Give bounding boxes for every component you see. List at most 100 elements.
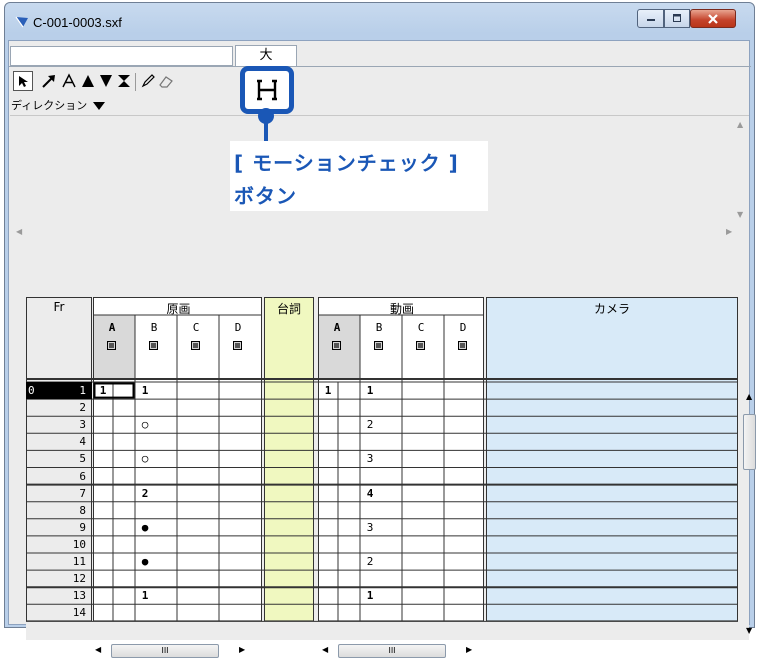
scroll-down-icon[interactable]: ▼ — [737, 210, 743, 219]
column-toggle-icon — [459, 342, 466, 349]
frame-number: 3 — [79, 418, 86, 432]
close-icon — [708, 14, 718, 24]
triangle-up-tool-button[interactable] — [78, 71, 98, 91]
motion-check-button[interactable] — [240, 66, 294, 114]
memo-horizontal-scrollbar[interactable]: ◀ ▶ — [10, 225, 749, 241]
scroll-thumb[interactable] — [743, 414, 756, 470]
app-icon — [15, 16, 28, 28]
frame-number: 9 — [79, 520, 86, 534]
douga-b-cell: 4 — [366, 486, 374, 500]
direction-label: ディレクション — [11, 99, 88, 112]
column-toggle-icon — [333, 342, 340, 349]
douga-horizontal-scrollbar[interactable]: ◀ III ▶ — [318, 643, 488, 659]
scroll-right-icon[interactable]: ▶ — [239, 645, 245, 654]
douga-b-cell: 2 — [366, 555, 374, 568]
frame-number: 11 — [72, 555, 86, 568]
serifu-section-label: 台詞 — [276, 302, 301, 316]
scroll-right-icon[interactable]: ▶ — [466, 645, 472, 654]
timesheet-vertical-scrollbar[interactable]: ▲ ▼ — [741, 386, 758, 639]
genga-b-cell: ○ — [141, 452, 149, 466]
triangle-up-icon — [82, 75, 94, 87]
frame-number: 5 — [79, 452, 86, 466]
size-tab[interactable]: 大 — [235, 45, 297, 66]
memo-vertical-scrollbar[interactable]: ▲ ▼ — [732, 116, 749, 226]
genga-b-cell: 1 — [141, 384, 149, 397]
scroll-thumb[interactable]: III — [111, 644, 219, 658]
genga-a-cell: 1 — [99, 384, 107, 397]
select-tool-button[interactable] — [13, 71, 33, 91]
callout-title: [ モーションチェック ] — [234, 151, 459, 175]
column-toggle-icon — [192, 342, 199, 349]
douga-column-b-label: B — [375, 321, 383, 334]
scroll-left-icon[interactable]: ◀ — [95, 645, 101, 654]
hourglass-tool-button[interactable] — [114, 71, 134, 91]
divider — [9, 66, 751, 67]
douga-b-cell: 1 — [366, 384, 374, 397]
douga-b-cell: 2 — [366, 418, 374, 432]
scroll-up-icon[interactable]: ▲ — [737, 120, 743, 129]
maximize-button[interactable] — [664, 9, 690, 28]
maximize-icon — [673, 14, 681, 22]
camera-section-label: カメラ — [593, 302, 630, 316]
scroll-left-icon[interactable]: ◀ — [16, 227, 22, 236]
douga-a-cell: 1 — [324, 384, 332, 397]
pencil-tool-button[interactable] — [138, 71, 158, 91]
pencil-icon — [141, 74, 155, 88]
minimize-icon — [646, 19, 655, 21]
diagonal-arrow-icon — [42, 75, 55, 88]
eraser-tool-button[interactable] — [156, 71, 176, 91]
genga-column-c-label: C — [192, 321, 200, 334]
frame-number: 6 — [79, 469, 86, 483]
name-input[interactable] — [10, 46, 233, 66]
column-toggle-icon — [150, 342, 157, 349]
minimize-button[interactable] — [637, 9, 664, 28]
frame-number: 7 — [79, 486, 86, 500]
toolbar-separator — [135, 73, 136, 91]
scroll-down-icon[interactable]: ▼ — [746, 626, 752, 635]
arrow-tool-button[interactable] — [39, 71, 59, 91]
frame-number: 13 — [72, 589, 86, 603]
window-title: C-001-0003.sxf — [33, 15, 122, 30]
frame-column-label: Fr — [53, 300, 65, 314]
frame-number: 10 — [72, 537, 86, 551]
pointer-icon — [19, 76, 28, 87]
direction-menu[interactable]: ディレクション — [11, 97, 106, 113]
douga-column-c-label: C — [417, 321, 425, 334]
genga-horizontal-scrollbar[interactable]: ◀ III ▶ — [91, 643, 261, 659]
frame-number: 8 — [79, 503, 86, 517]
callout-line — [264, 113, 268, 144]
column-toggle-icon — [417, 342, 424, 349]
timesheet: Fr 原画 台詞 動画 カメラ A B C D A B C D 0 1 2 3 4 5 6 7 8 9 10 11 12 13 14 1… — [26, 295, 749, 640]
scroll-right-icon[interactable]: ▶ — [726, 227, 732, 236]
douga-column-d-label: D — [459, 321, 467, 334]
close-button[interactable] — [690, 9, 736, 28]
client-area: 大 ディレクション ▲ ▼ ◀ ▶ Fr 原画 台詞 動画 カメラ A B C … — [8, 40, 756, 658]
letter-a-icon — [62, 73, 76, 88]
column-toggle-icon — [375, 342, 382, 349]
douga-b-cell: 1 — [366, 589, 374, 603]
genga-section-label: 原画 — [166, 302, 191, 316]
motion-check-icon — [257, 79, 277, 101]
douga-section-label: 動画 — [389, 302, 414, 316]
genga-column-b-label: B — [150, 321, 158, 334]
dropdown-arrow-icon — [93, 102, 106, 110]
scroll-up-icon[interactable]: ▲ — [746, 392, 752, 401]
scroll-left-icon[interactable]: ◀ — [322, 645, 328, 654]
text-tool-button[interactable] — [59, 71, 79, 91]
scroll-grip: III — [161, 646, 169, 655]
callout-caption: ボタン — [234, 184, 297, 208]
eraser-icon — [159, 76, 173, 88]
triangle-down-tool-button[interactable] — [96, 71, 116, 91]
genga-b-cell: 2 — [141, 486, 149, 500]
app-window: C-001-0003.sxf 大 ディレクション ▲ ▼ ◀ ▶ Fr 原画 台… — [4, 2, 756, 658]
scroll-grip: III — [388, 646, 396, 655]
frame-number: 1 — [79, 384, 86, 397]
scroll-thumb[interactable]: III — [338, 644, 446, 658]
title-bar[interactable]: C-001-0003.sxf — [5, 3, 754, 39]
camera-column-bg — [486, 297, 738, 622]
douga-b-cell: 3 — [366, 452, 374, 466]
genga-b-cell: ● — [141, 555, 149, 568]
genga-b-cell: ● — [141, 520, 149, 534]
hourglass-icon — [118, 75, 130, 87]
frame-number: 4 — [79, 435, 86, 449]
